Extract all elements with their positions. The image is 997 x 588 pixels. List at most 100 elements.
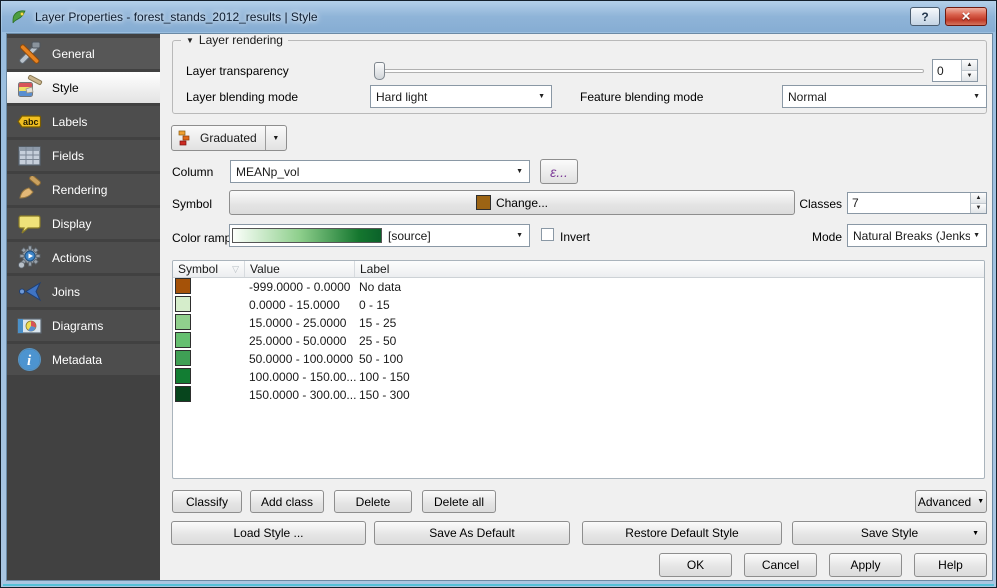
- class-value[interactable]: 150.0000 - 300.00...: [245, 388, 355, 402]
- classes-value[interactable]: 7: [848, 193, 970, 213]
- transparency-slider[interactable]: [374, 62, 924, 80]
- sidebar-item-style[interactable]: Style: [7, 72, 160, 103]
- class-value[interactable]: 100.0000 - 150.00...: [245, 370, 355, 384]
- classes-table[interactable]: Symbol ▽ Value Label -999.0000 - 0.0000 …: [172, 260, 985, 479]
- blend-mode-select[interactable]: Hard light ▼: [370, 85, 552, 108]
- ok-button[interactable]: OK: [659, 553, 732, 577]
- sidebar-item-labels[interactable]: abc Labels: [7, 106, 160, 137]
- layer-rendering-header[interactable]: ▼ Layer rendering: [181, 33, 288, 47]
- class-label[interactable]: 150 - 300: [355, 388, 984, 402]
- symbol-change-label: Change...: [496, 196, 548, 210]
- load-style-button[interactable]: Load Style ...: [171, 521, 366, 545]
- sidebar-item-metadata[interactable]: i Metadata: [7, 344, 160, 375]
- renderer-type-select[interactable]: Graduated ▼: [171, 125, 287, 151]
- class-symbol-swatch[interactable]: [175, 314, 191, 330]
- renderer-type-value: Graduated: [200, 131, 257, 145]
- classify-button[interactable]: Classify: [172, 490, 242, 513]
- symbol-change-button[interactable]: Change...: [229, 190, 795, 215]
- table-row[interactable]: 100.0000 - 150.00... 100 - 150: [173, 368, 984, 386]
- class-value[interactable]: 25.0000 - 50.0000: [245, 334, 355, 348]
- cancel-button[interactable]: Cancel: [744, 553, 817, 577]
- class-symbol-swatch[interactable]: [175, 386, 191, 402]
- spin-down-icon[interactable]: ▼: [971, 204, 986, 214]
- rendering-brush-icon: [16, 176, 43, 203]
- graduated-icon: [178, 130, 194, 146]
- button-label: Help: [938, 558, 963, 572]
- sidebar-item-fields[interactable]: Fields: [7, 140, 160, 171]
- feature-blend-label: Feature blending mode: [580, 90, 703, 104]
- window-title: Layer Properties - forest_stands_2012_re…: [35, 10, 318, 24]
- class-label[interactable]: 100 - 150: [355, 370, 984, 384]
- close-button[interactable]: ×: [945, 7, 987, 26]
- class-label[interactable]: 0 - 15: [355, 298, 984, 312]
- feature-blend-select[interactable]: Normal ▼: [782, 85, 987, 108]
- slider-handle[interactable]: [374, 62, 385, 80]
- help-button[interactable]: Help: [914, 553, 987, 577]
- spin-up-icon[interactable]: ▲: [971, 193, 986, 204]
- sidebar-item-general[interactable]: General: [7, 38, 160, 69]
- labels-abc-icon: abc: [16, 108, 43, 135]
- transparency-value[interactable]: 0: [933, 60, 961, 81]
- save-as-default-button[interactable]: Save As Default: [374, 521, 570, 545]
- invert-checkbox[interactable]: [541, 228, 554, 241]
- button-label: Save As Default: [429, 526, 514, 540]
- class-symbol-swatch[interactable]: [175, 296, 191, 312]
- column-header-label[interactable]: Label: [355, 261, 984, 277]
- sidebar-item-label: Joins: [52, 285, 80, 299]
- chevron-down-icon[interactable]: ▼: [265, 126, 286, 150]
- class-label[interactable]: 15 - 25: [355, 316, 984, 330]
- table-row[interactable]: 50.0000 - 100.0000 50 - 100: [173, 350, 984, 368]
- table-header: Symbol ▽ Value Label: [173, 261, 984, 278]
- table-row[interactable]: 0.0000 - 15.0000 0 - 15: [173, 296, 984, 314]
- column-select[interactable]: MEANp_vol ▼: [230, 160, 530, 183]
- class-symbol-swatch[interactable]: [175, 332, 191, 348]
- class-value[interactable]: 50.0000 - 100.0000: [245, 352, 355, 366]
- apply-button[interactable]: Apply: [829, 553, 902, 577]
- column-header-symbol[interactable]: Symbol ▽: [173, 261, 245, 277]
- table-row[interactable]: 150.0000 - 300.00... 150 - 300: [173, 386, 984, 404]
- table-row[interactable]: 15.0000 - 25.0000 15 - 25: [173, 314, 984, 332]
- invert-label: Invert: [560, 230, 590, 244]
- properties-sidebar: General Style abc Labels: [7, 34, 160, 580]
- class-symbol-swatch[interactable]: [175, 368, 191, 384]
- diagrams-chart-icon: [16, 312, 43, 339]
- chevron-down-icon: ▼: [970, 93, 983, 100]
- titlebar[interactable]: Layer Properties - forest_stands_2012_re…: [2, 1, 995, 32]
- color-ramp-label: Color ramp: [172, 231, 231, 245]
- class-value[interactable]: 0.0000 - 15.0000: [245, 298, 355, 312]
- spin-up-icon[interactable]: ▲: [962, 60, 977, 71]
- table-row[interactable]: -999.0000 - 0.0000 No data: [173, 278, 984, 296]
- class-label[interactable]: 50 - 100: [355, 352, 984, 366]
- color-ramp-select[interactable]: [source] ▼: [229, 224, 530, 247]
- chevron-down-icon: ▼: [970, 232, 983, 239]
- sidebar-item-display[interactable]: Display: [7, 208, 160, 239]
- delete-all-button[interactable]: Delete all: [422, 490, 496, 513]
- add-class-button[interactable]: Add class: [250, 490, 324, 513]
- expression-builder-button[interactable]: ε...: [540, 159, 578, 184]
- sidebar-item-diagrams[interactable]: Diagrams: [7, 310, 160, 341]
- sidebar-item-joins[interactable]: Joins: [7, 276, 160, 307]
- mode-select[interactable]: Natural Breaks (Jenks) ▼: [847, 224, 987, 247]
- column-header-value[interactable]: Value: [245, 261, 355, 277]
- spin-down-icon[interactable]: ▼: [962, 71, 977, 81]
- slider-track[interactable]: [374, 69, 924, 73]
- header-label: Value: [250, 262, 280, 276]
- class-label[interactable]: 25 - 50: [355, 334, 984, 348]
- sidebar-item-rendering[interactable]: Rendering: [7, 174, 160, 205]
- save-style-button[interactable]: Save Style ▼: [792, 521, 987, 545]
- delete-button[interactable]: Delete: [334, 490, 412, 513]
- help-titlebar-button[interactable]: ?: [910, 7, 940, 26]
- close-icon: ×: [962, 9, 971, 24]
- advanced-button[interactable]: Advanced ▼: [915, 490, 987, 513]
- class-value[interactable]: 15.0000 - 25.0000: [245, 316, 355, 330]
- transparency-spinbox[interactable]: 0 ▲ ▼: [932, 59, 978, 82]
- sidebar-item-actions[interactable]: Actions: [7, 242, 160, 273]
- classes-spinbox[interactable]: 7 ▲ ▼: [847, 192, 987, 214]
- class-value[interactable]: -999.0000 - 0.0000: [245, 280, 355, 294]
- class-symbol-swatch[interactable]: [175, 278, 191, 294]
- restore-default-style-button[interactable]: Restore Default Style: [582, 521, 782, 545]
- class-symbol-swatch[interactable]: [175, 350, 191, 366]
- class-label[interactable]: No data: [355, 280, 984, 294]
- table-row[interactable]: 25.0000 - 50.0000 25 - 50: [173, 332, 984, 350]
- button-label: OK: [687, 558, 704, 572]
